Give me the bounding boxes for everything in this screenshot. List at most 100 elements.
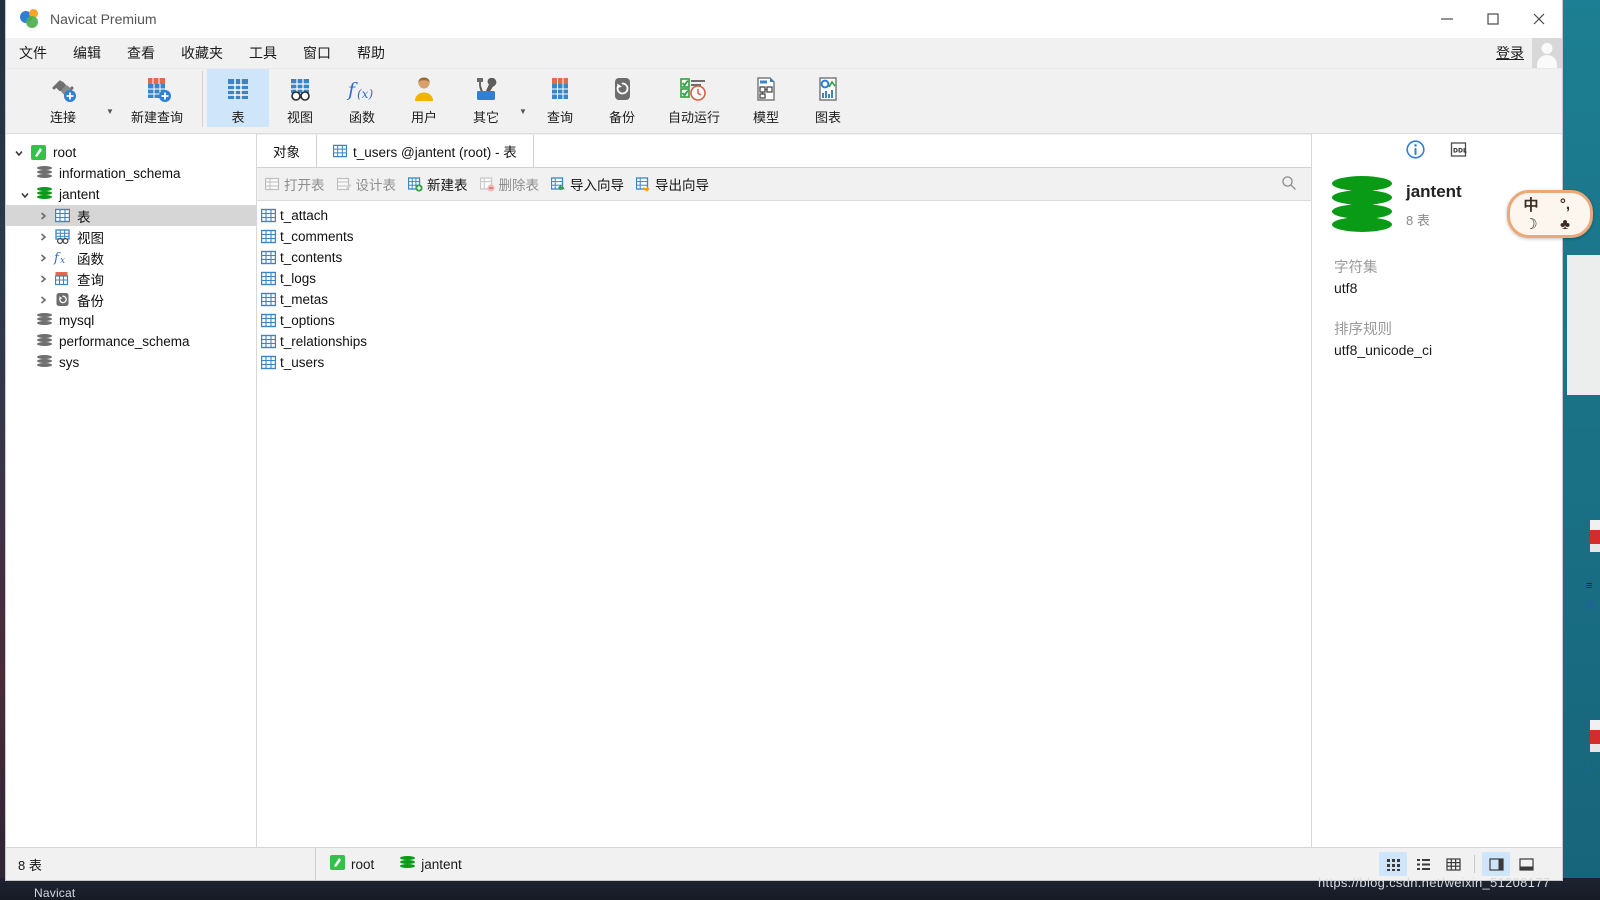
function-fx-icon: f (x) xyxy=(345,73,379,105)
ime-toolbox-icon[interactable]: ♣ xyxy=(1548,214,1582,234)
tree-connection-root[interactable]: root xyxy=(6,142,256,163)
ime-moon-icon[interactable]: ☽ xyxy=(1514,214,1548,234)
ime-punctuation-icon[interactable]: °, xyxy=(1548,194,1582,214)
view-mode-grid[interactable] xyxy=(1379,852,1407,876)
tree-db-sys[interactable]: sys xyxy=(6,352,256,373)
view-glasses-icon xyxy=(285,73,315,105)
tab-t-users-label: t_users @jantent (root) - 表 xyxy=(353,145,517,160)
list-item[interactable]: t_users xyxy=(257,352,1311,373)
query-icon xyxy=(545,73,575,105)
chevron-down-icon[interactable] xyxy=(16,190,34,200)
database-green-icon xyxy=(400,856,416,872)
tree-node-backups[interactable]: 备份 xyxy=(6,289,256,310)
menu-favorites[interactable]: 收藏夹 xyxy=(168,38,236,68)
table-name: t_options xyxy=(280,313,335,328)
chevron-right-icon[interactable] xyxy=(34,253,52,263)
status-database-name: jantent xyxy=(421,856,462,872)
tree-node-functions[interactable]: fx 函数 xyxy=(6,247,256,268)
toolbar-chart-label: 图表 xyxy=(814,110,841,125)
list-item[interactable]: t_comments xyxy=(257,226,1311,247)
tree-node-queries[interactable]: 查询 xyxy=(6,268,256,289)
menu-window[interactable]: 窗口 xyxy=(290,38,344,68)
toolbar-model[interactable]: 模型 xyxy=(735,69,797,127)
tree-db-information-schema[interactable]: information_schema xyxy=(6,163,256,184)
user-avatar-icon[interactable] xyxy=(1532,38,1562,68)
toolbar-view[interactable]: 视图 xyxy=(269,69,331,127)
object-tree-sidebar: root information_schema jantent 表 视图 f x… xyxy=(6,134,257,847)
menu-tools[interactable]: 工具 xyxy=(236,38,290,68)
toolbar-user[interactable]: 用户 xyxy=(393,69,455,127)
list-item[interactable]: t_logs xyxy=(257,268,1311,289)
chevron-right-icon[interactable] xyxy=(34,295,52,305)
database-green-icon xyxy=(34,187,54,202)
tree-node-views[interactable]: 视图 xyxy=(6,226,256,247)
toolbar-connection[interactable]: 连接 xyxy=(22,69,104,127)
import-wizard-button[interactable]: 导入向导 xyxy=(551,174,624,194)
backup-restore-icon xyxy=(607,73,637,105)
toolbar-automation[interactable]: 自动运行 xyxy=(653,69,735,127)
ddl-icon[interactable]: DDL xyxy=(1449,140,1468,162)
query-icon xyxy=(52,271,72,286)
list-item[interactable]: t_metas xyxy=(257,289,1311,310)
menu-edit[interactable]: 编辑 xyxy=(60,38,114,68)
toolbar-query[interactable]: 查询 xyxy=(529,69,591,127)
menu-file[interactable]: 文件 xyxy=(6,38,60,68)
tab-t-users[interactable]: t_users @jantent (root) - 表 xyxy=(317,135,534,167)
table-grid-icon xyxy=(261,292,276,307)
toolbar-other-caret-icon[interactable]: ▼ xyxy=(517,107,529,116)
search-icon[interactable] xyxy=(1281,175,1297,194)
tree-db-jantent[interactable]: jantent xyxy=(6,184,256,205)
toolbar-connection-caret-icon[interactable]: ▼ xyxy=(104,107,116,116)
open-table-button[interactable]: 打开表 xyxy=(265,174,325,194)
list-item[interactable]: t_attach xyxy=(257,205,1311,226)
table-name: t_logs xyxy=(280,271,317,286)
toolbar-chart[interactable]: 图表 xyxy=(797,69,859,127)
chevron-right-icon[interactable] xyxy=(34,232,52,242)
info-table-count: 8 表 xyxy=(1406,212,1430,228)
design-table-button[interactable]: 设计表 xyxy=(336,174,396,194)
toolbar-backup[interactable]: 备份 xyxy=(591,69,653,127)
delete-table-button[interactable]: 删除表 xyxy=(479,174,539,194)
menu-view[interactable]: 查看 xyxy=(114,38,168,68)
chevron-right-icon[interactable] xyxy=(34,274,52,284)
new-table-button[interactable]: 新建表 xyxy=(408,174,468,194)
view-mode-preview-bottom[interactable] xyxy=(1512,852,1540,876)
tree-label: 表 xyxy=(77,209,91,225)
list-item[interactable]: t_contents xyxy=(257,247,1311,268)
toolbar-function[interactable]: f (x) 函数 xyxy=(331,69,393,127)
tree-db-mysql[interactable]: mysql xyxy=(6,310,256,331)
list-item[interactable]: t_options xyxy=(257,310,1311,331)
tree-label: 视图 xyxy=(77,230,104,246)
table-grid-icon xyxy=(261,334,276,349)
login-link[interactable]: 登录 xyxy=(1496,43,1524,63)
view-mode-list[interactable] xyxy=(1409,852,1437,876)
close-icon[interactable] xyxy=(1516,0,1562,38)
open-table-icon xyxy=(265,177,280,192)
ime-floating-bar[interactable]: 中 °, ☽ ♣ xyxy=(1507,190,1593,238)
toolbar-new-query[interactable]: 新建查询 xyxy=(116,69,198,127)
tab-objects[interactable]: 对象 xyxy=(257,135,317,167)
list-item[interactable]: t_relationships xyxy=(257,331,1311,352)
info-circle-icon[interactable] xyxy=(1406,140,1425,162)
view-mode-preview-right[interactable] xyxy=(1482,852,1510,876)
main-toolbar: 连接 ▼ 新建查询 表 视图 f (x) 函数 用户 其它 ▼ 查询 备份 自动… xyxy=(6,69,1562,134)
chevron-down-icon[interactable] xyxy=(10,148,28,158)
menu-help[interactable]: 帮助 xyxy=(344,38,398,68)
chevron-right-icon[interactable] xyxy=(34,211,52,221)
toolbar-table[interactable]: 表 xyxy=(207,69,269,127)
minimize-icon[interactable] xyxy=(1424,0,1470,38)
table-name: t_users xyxy=(280,355,325,370)
maximize-icon[interactable] xyxy=(1470,0,1516,38)
object-list[interactable]: t_attach t_comments t_contents t_logs t_… xyxy=(257,201,1311,847)
model-diagram-icon xyxy=(751,73,781,105)
import-wizard-icon xyxy=(551,176,566,192)
tree-node-tables[interactable]: 表 xyxy=(6,205,256,226)
ime-mode-chinese[interactable]: 中 xyxy=(1514,194,1548,214)
export-wizard-button[interactable]: 导出向导 xyxy=(636,174,709,194)
background-window-flag-2 xyxy=(1590,720,1600,752)
toolbar-other[interactable]: 其它 xyxy=(455,69,517,127)
tree-db-performance-schema[interactable]: performance_schema xyxy=(6,331,256,352)
table-name: t_metas xyxy=(280,292,329,307)
view-mode-detail[interactable] xyxy=(1439,852,1467,876)
table-name: t_relationships xyxy=(280,334,368,349)
